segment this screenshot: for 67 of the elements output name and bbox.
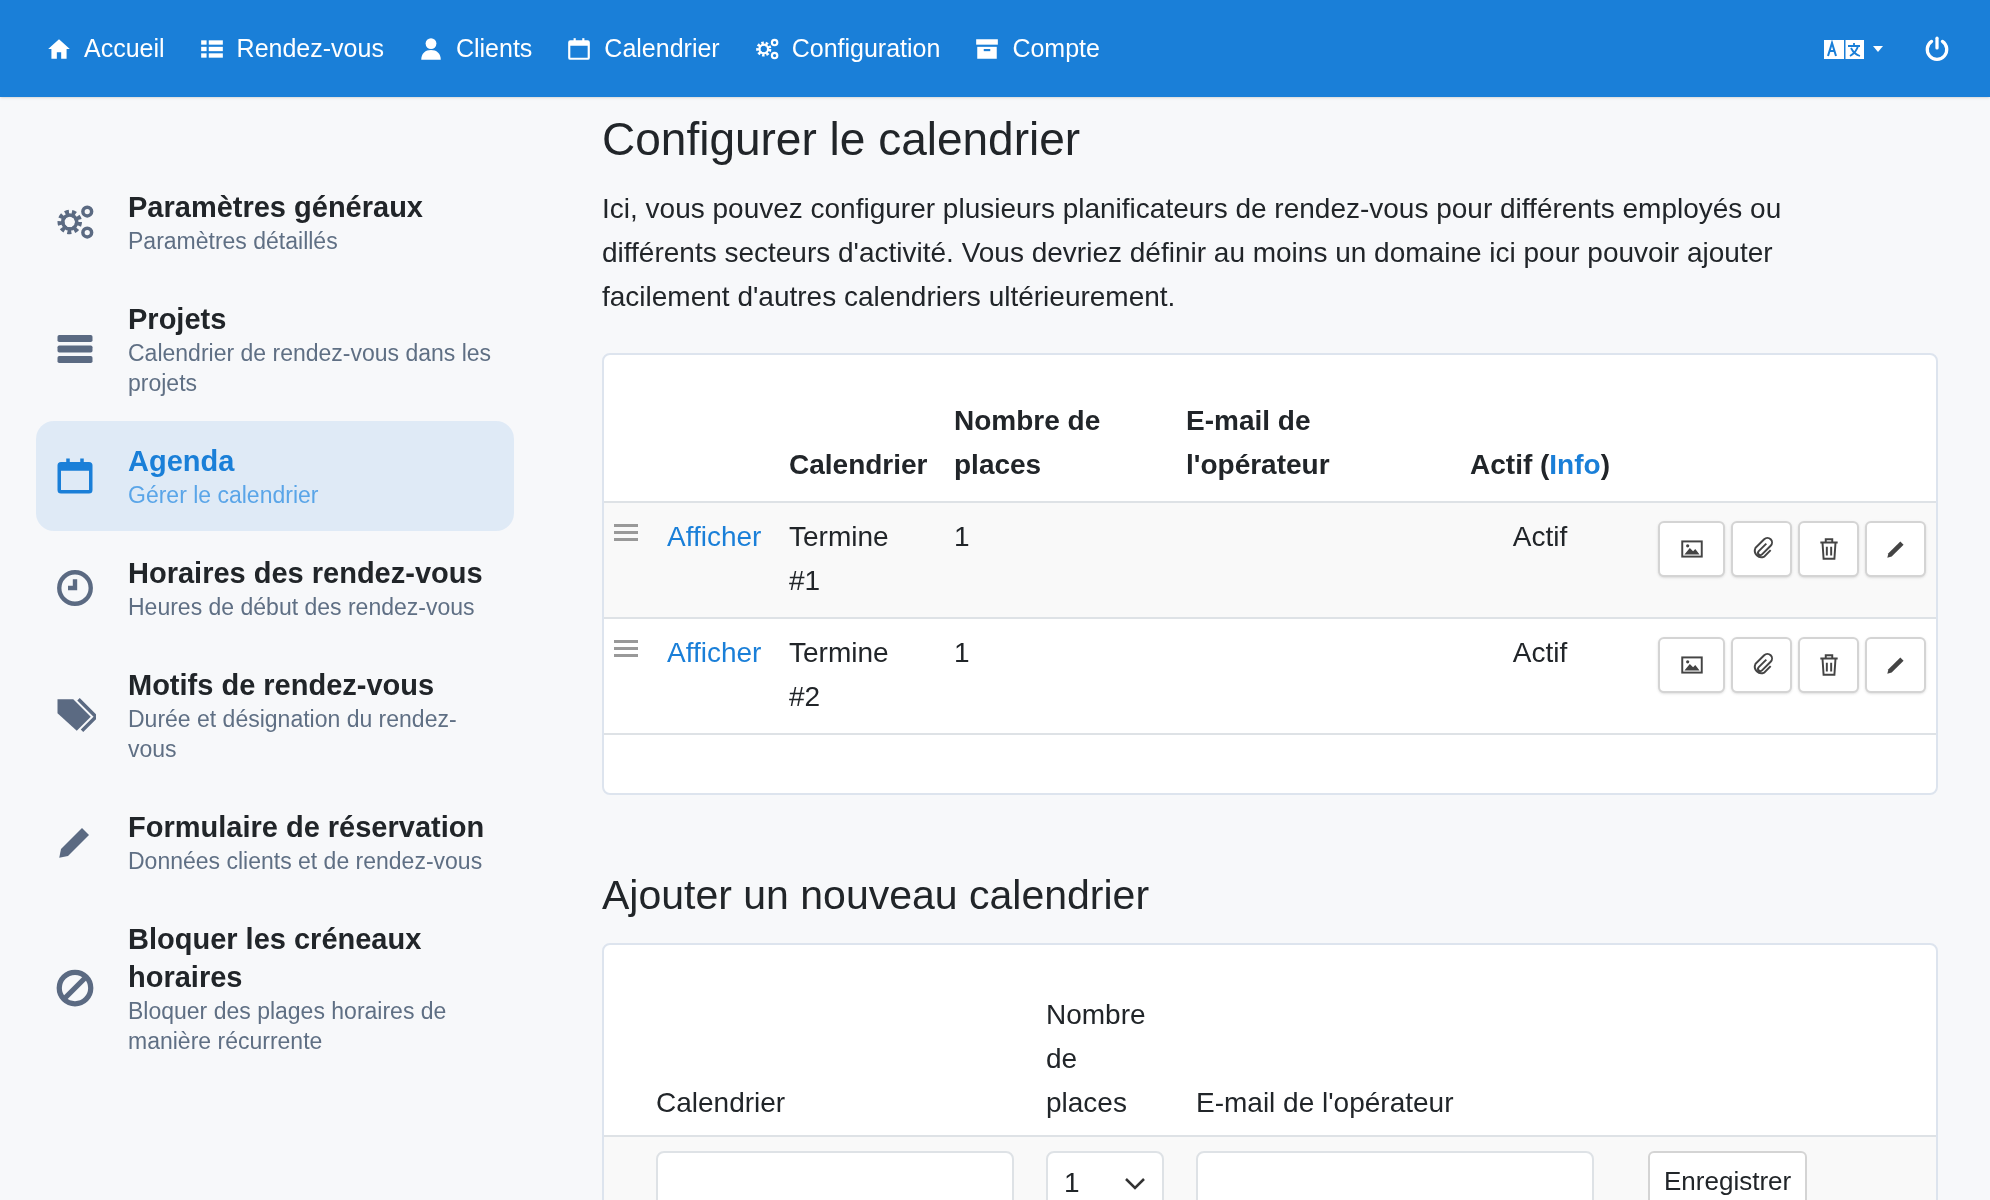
sidebar-item[interactable]: Agenda Gérer le calendrier <box>36 421 514 531</box>
drag-handle-icon[interactable] <box>614 639 638 657</box>
sidebar-item[interactable]: Formulaire de réservation Données clients et de rendez-vous <box>36 787 514 897</box>
power-button[interactable] <box>1924 35 1950 62</box>
ban-icon <box>54 967 96 1009</box>
attachment-button[interactable] <box>1731 521 1792 577</box>
nav-link[interactable]: Clients <box>417 29 533 68</box>
sidebar-item-subtitle: Durée et désignation du rendez-vous <box>128 705 458 764</box>
column-header: Actif (Info) <box>1470 449 1610 480</box>
edit-button[interactable] <box>1865 637 1926 693</box>
view-link[interactable]: Afficher <box>667 521 762 552</box>
column-header: E-mail de l'opérateur <box>1186 405 1330 480</box>
calendar-icon <box>566 35 593 62</box>
calendar-input[interactable] <box>656 1151 1014 1200</box>
drag-handle-icon[interactable] <box>614 523 638 541</box>
sidebar-item[interactable]: Bloquer les créneaux horaires Bloquer des plages horaires de manière récurrente <box>36 899 514 1077</box>
sidebar-item[interactable]: Horaires des rendez-vous Heures de début des rendez-vous <box>36 533 514 643</box>
image-button[interactable] <box>1658 521 1725 577</box>
attachment-button[interactable] <box>1731 637 1792 693</box>
page-title: Configurer le calendrier <box>602 112 1082 167</box>
sidebar-item-title: Projets <box>128 302 228 337</box>
sidebar-item-title: Horaires des rendez-vous <box>128 556 483 591</box>
caret-icon <box>1872 44 1884 53</box>
save-button[interactable]: Enregistrer <box>1648 1151 1808 1200</box>
info-link[interactable]: Info <box>1549 449 1601 480</box>
column-header: Nombre de places <box>954 405 1101 480</box>
view-link[interactable]: Afficher <box>667 637 762 668</box>
table-cell: Actif <box>1512 637 1568 668</box>
table-cell-text: Termine #2 <box>789 636 890 714</box>
sidebar-item[interactable]: Projets Calendrier de rendez-vous dans les projets <box>36 279 514 419</box>
sidebar-item-subtitle: Calendrier de rendez-vous dans les projets <box>128 339 493 398</box>
delete-button[interactable] <box>1798 521 1859 577</box>
sidebar-item-title: Formulaire de réservation <box>128 810 485 845</box>
sidebar-item-subtitle: Gérer le calendrier <box>128 481 319 510</box>
intro-text: Ici, vous pouvez configurer plusieurs planificateurs de rendez-vous pour différents employés ou différents secteurs d'activité. Vous devriez définir au moins un domaine ici pour pouvoir ajouter facilement d'autres calendriers ultérieurement. <box>602 192 1783 314</box>
sidebar-item-subtitle: Bloquer des plages horaires de manière récurrente <box>128 997 448 1056</box>
power-icon <box>1924 35 1950 62</box>
sidebar-item-title: Motifs de rendez-vous <box>128 668 436 703</box>
edit-button[interactable] <box>1865 521 1926 577</box>
column-header: Nombre de places <box>1046 998 1147 1120</box>
sidebar-item-subtitle: Paramètres détaillés <box>128 227 339 256</box>
nav-link[interactable]: Accueil <box>46 29 165 68</box>
delete-button[interactable] <box>1798 637 1859 693</box>
places-select[interactable]: 1 <box>1046 1151 1164 1200</box>
image-button[interactable] <box>1658 637 1725 693</box>
sidebar-item-title: Agenda <box>128 444 236 479</box>
sidebar-item-title: Paramètres généraux <box>128 190 423 225</box>
column-header: Calendrier <box>789 449 928 480</box>
nav-link[interactable]: Compte <box>974 29 1100 68</box>
nav-link[interactable]: Calendrier <box>566 29 720 68</box>
section-title: Ajouter un nouveau calendrier <box>602 871 1151 920</box>
table-cell: Actif <box>1512 521 1568 552</box>
sidebar-item-subtitle: Données clients et de rendez-vous <box>128 847 484 876</box>
operator-email-input[interactable] <box>1196 1151 1594 1200</box>
clock-icon <box>54 567 96 609</box>
table-cell: 1 <box>954 521 970 552</box>
nav-link[interactable]: Rendez-vous <box>198 29 384 68</box>
column-header: Calendrier <box>656 1086 786 1120</box>
table-cell-text: Termine #1 <box>789 520 890 598</box>
table-cell: 1 <box>954 637 970 668</box>
chevron-down-icon <box>1124 1177 1146 1191</box>
column-header: E-mail de l'opérateur <box>1196 1086 1454 1120</box>
sidebar-item-subtitle: Heures de début des rendez-vous <box>128 593 476 622</box>
sidebar-item-title: Bloquer les créneaux horaires <box>128 922 423 995</box>
nav-link[interactable]: Configuration <box>753 29 941 68</box>
sidebar-item[interactable]: Motifs de rendez-vous Durée et désignation du rendez-vous <box>36 645 514 785</box>
sidebar-item[interactable]: Paramètres généraux Paramètres détaillés <box>36 167 514 277</box>
